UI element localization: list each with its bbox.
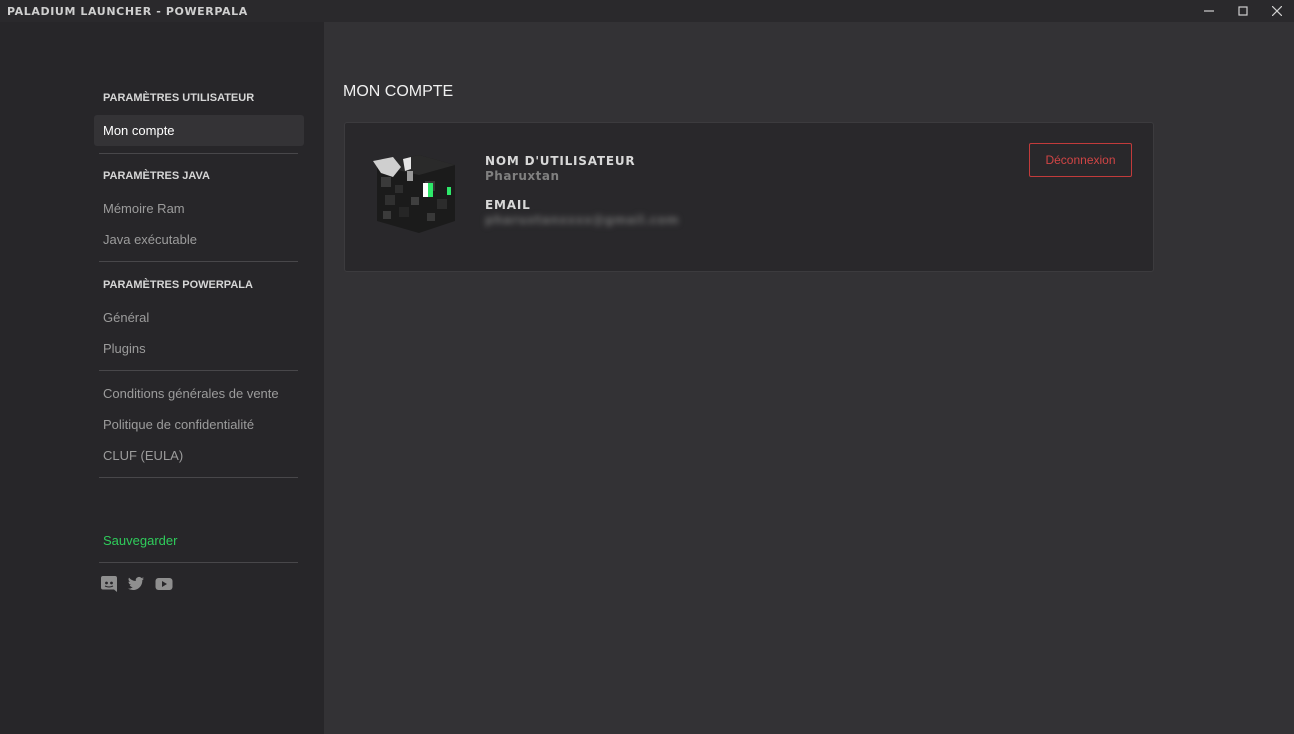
sidebar-item-java-executable[interactable]: Java exécutable	[103, 232, 197, 247]
sidebar-item-label: Mon compte	[103, 123, 175, 138]
close-button[interactable]	[1260, 0, 1294, 22]
avatar	[373, 155, 455, 233]
email-value: pharuxtanxxxx@gmail.com	[485, 213, 680, 227]
youtube-icon[interactable]	[155, 575, 173, 593]
minimize-icon	[1204, 10, 1214, 12]
account-card: NOM D'UTILISATEUR Pharuxtan EMAIL pharux…	[344, 122, 1154, 272]
section-title-user-settings: PARAMÈTRES UTILISATEUR	[103, 92, 255, 104]
twitter-icon[interactable]	[127, 575, 145, 593]
sidebar-item-memoire-ram[interactable]: Mémoire Ram	[103, 201, 185, 216]
divider	[99, 370, 298, 371]
discord-icon[interactable]	[100, 575, 118, 593]
divider	[99, 477, 298, 478]
page-title: MON COMPTE	[343, 83, 454, 100]
sidebar-item-eula[interactable]: CLUF (EULA)	[103, 448, 183, 463]
divider	[99, 153, 298, 154]
save-button[interactable]: Sauvegarder	[103, 533, 177, 548]
maximize-icon	[1238, 6, 1248, 16]
username-label: NOM D'UTILISATEUR	[485, 154, 636, 168]
minimize-button[interactable]	[1192, 0, 1226, 22]
sidebar-item-plugins[interactable]: Plugins	[103, 341, 146, 356]
sidebar-item-privacy-policy[interactable]: Politique de confidentialité	[103, 417, 254, 432]
divider	[99, 261, 298, 262]
divider	[99, 562, 298, 563]
window-title: PALADIUM LAUNCHER - POWERPALA	[7, 5, 248, 18]
sidebar-item-cgv[interactable]: Conditions générales de vente	[103, 386, 279, 401]
sidebar-item-mon-compte[interactable]: Mon compte	[94, 115, 304, 146]
username-value: Pharuxtan	[485, 169, 560, 183]
close-icon	[1272, 6, 1282, 16]
sidebar-item-general[interactable]: Général	[103, 310, 149, 325]
logout-button[interactable]: Déconnexion	[1029, 143, 1132, 177]
section-title-java-settings: PARAMÈTRES JAVA	[103, 170, 210, 182]
maximize-button[interactable]	[1226, 0, 1260, 22]
section-title-powerpala-settings: PARAMÈTRES POWERPALA	[103, 279, 253, 291]
email-label: EMAIL	[485, 198, 531, 212]
settings-sidebar: PARAMÈTRES UTILISATEUR Mon compte PARAMÈ…	[0, 22, 324, 734]
title-bar: PALADIUM LAUNCHER - POWERPALA	[0, 0, 1294, 22]
